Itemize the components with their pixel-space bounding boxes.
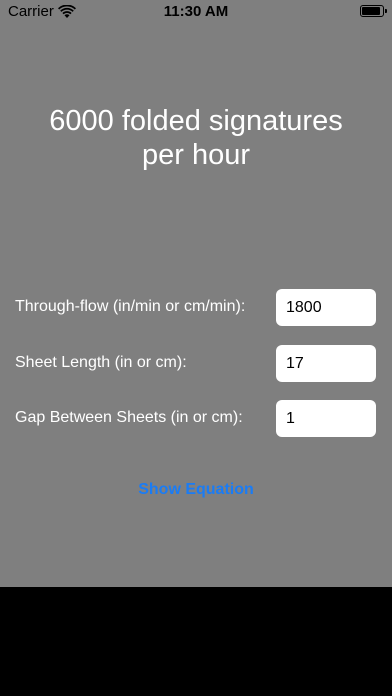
app-screen: Carrier 11:30 AM 6000 folded signatures … [0, 0, 392, 587]
result-line-1: 6000 folded signatures [49, 105, 343, 137]
sheet-length-label: Sheet Length (in or cm): [15, 354, 187, 371]
gap-input[interactable] [276, 400, 376, 437]
show-equation-button[interactable]: Show Equation [0, 481, 392, 499]
gap-label: Gap Between Sheets (in or cm): [15, 409, 243, 426]
status-bar: Carrier 11:30 AM [0, 0, 392, 24]
through-flow-input[interactable] [276, 289, 376, 326]
through-flow-row: Through-flow (in/min or cm/min): [15, 289, 376, 326]
sheet-length-input[interactable] [276, 345, 376, 382]
gap-row: Gap Between Sheets (in or cm): [15, 400, 376, 437]
status-time: 11:30 AM [163, 3, 229, 20]
result-line-2: per hour [141, 139, 250, 171]
result-headline: 6000 folded signatures per hour [20, 104, 372, 172]
bottom-black-area [0, 587, 392, 696]
through-flow-label: Through-flow (in/min or cm/min): [15, 298, 246, 315]
sheet-length-row: Sheet Length (in or cm): [15, 345, 376, 382]
battery-icon [360, 5, 387, 17]
